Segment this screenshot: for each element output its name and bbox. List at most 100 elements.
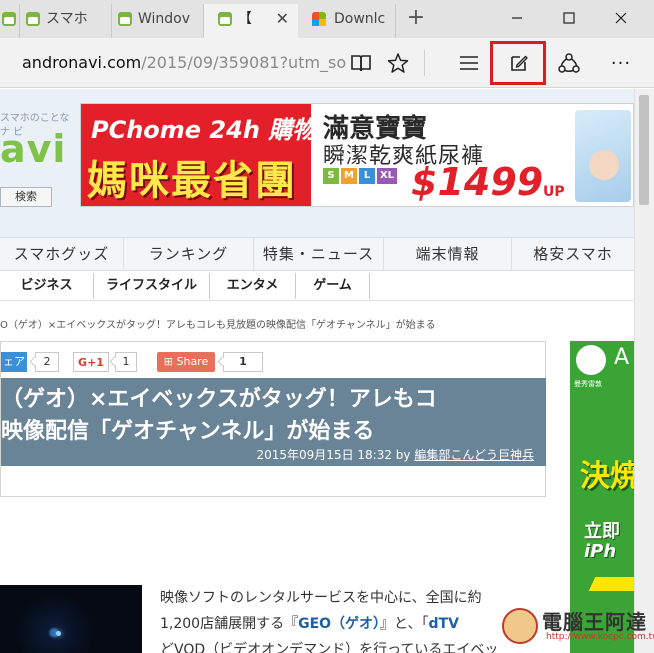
menu-item-entertainment[interactable]: エンタメ [210, 273, 296, 299]
banner-red-panel: PChome 24h 購物 媽咪最省團 [81, 104, 316, 206]
menu-item-goods[interactable]: スマホグッズ [0, 238, 124, 270]
dtv-link[interactable]: dTV [429, 616, 459, 632]
menu-item-games[interactable]: ゲーム [296, 273, 370, 299]
geo-link[interactable]: GEO（ゲオ） [298, 616, 380, 632]
tab-label: Windov [138, 11, 191, 27]
body-text: 』と、「 [380, 616, 429, 632]
address-bar[interactable]: andronavi.com/2015/09/359081?utm_so [22, 52, 346, 74]
size-badge: XL [377, 168, 397, 184]
tab-download[interactable]: Downlc [304, 4, 396, 38]
android-icon [218, 12, 232, 26]
more-menu-button[interactable]: ··· [606, 48, 636, 78]
close-tab-icon[interactable]: ✕ [276, 4, 289, 34]
url-host: andronavi.com [22, 53, 142, 72]
author-link[interactable]: 編集部こんどう巨神兵 [414, 448, 534, 462]
article-byline: 2015年09月15日 18:32 by 編集部こんどう巨神兵 [257, 446, 535, 463]
android-icon [26, 12, 40, 26]
search-button[interactable]: 検索 [0, 187, 52, 207]
share-button[interactable] [554, 48, 584, 78]
book-icon [351, 55, 371, 72]
site-tagline: スマホのことな [0, 113, 70, 124]
mascot-icon [502, 608, 538, 644]
site-logo[interactable]: avi [0, 127, 66, 171]
vertical-scrollbar[interactable] [634, 89, 654, 653]
web-page: スマホのことな ナ ビ avi 検索 PChome 24h 購物 媽咪最省團 滿… [0, 89, 634, 653]
share-label: Share [176, 355, 209, 368]
product-image [575, 110, 631, 202]
close-window-button[interactable] [600, 0, 642, 38]
tab-label: スマホ [46, 11, 88, 27]
navigation-bar: andronavi.com/2015/09/359081?utm_so ··· [0, 38, 654, 88]
menu-item-lifestyle[interactable]: ライフスタイル [94, 273, 210, 299]
size-badge: L [359, 168, 375, 184]
ad-brand: 曼秀雷敦 [574, 380, 602, 388]
banner-headline: 媽咪最省團 [87, 158, 297, 204]
ad-line: iPh [584, 541, 617, 562]
article-date: 2015年09月15日 18:32 by [256, 448, 411, 462]
article-body: 映像ソフトのレンタルサービスを中心に、全国に約 1,200店舗展開する『GEO（… [160, 585, 560, 653]
body-line: 1,200店舗展開する『GEO（ゲオ）』と、「dTV [160, 611, 560, 637]
hub-button[interactable] [454, 48, 484, 78]
body-text: 1,200店舗展開する『 [160, 616, 299, 632]
article-photo[interactable] [0, 585, 142, 653]
ad-headline: 決焼 [580, 459, 634, 494]
size-badge: M [341, 168, 357, 184]
favorite-button[interactable] [383, 48, 413, 78]
menu-item-devices[interactable]: 端末情報 [384, 238, 512, 270]
hatena-share-button[interactable]: ェア [1, 352, 27, 372]
share-count: 2 [35, 352, 59, 372]
breadcrumb: O（ゲオ）×エイベックスがタッグ！アレもコレも見放題の映像配信「ゲオチャンネル」… [0, 320, 436, 331]
article-title-band: （ゲオ）×エイベックスがタッグ！アレもコ 映像配信「ゲオチャンネル」が始まる 2… [1, 378, 546, 466]
star-icon [387, 53, 409, 73]
ad-arrow [588, 577, 634, 591]
body-line: 映像ソフトのレンタルサービスを中心に、全国に約 [160, 590, 482, 606]
menu-item-features[interactable]: 特集・ニュース [254, 238, 384, 270]
maximize-icon [563, 12, 575, 24]
banner-price: $1499 [411, 160, 544, 204]
minimize-icon [512, 17, 522, 19]
site-header: スマホのことな ナ ビ avi 検索 PChome 24h 購物 媽咪最省團 滿… [0, 89, 634, 237]
tab-active-article[interactable]: 【 ✕ [204, 4, 298, 38]
new-tab-button[interactable]: + [404, 4, 428, 34]
tab-overflow[interactable] [0, 4, 20, 38]
body-line: どVOD（ビデオオンデマンド）を行っているエイベッ [160, 642, 499, 653]
hub-icon [460, 56, 478, 70]
google-plus-button[interactable]: G+1 [73, 352, 109, 372]
article-header: ェア 2 G+1 1 ⊞ Share 1 （ゲオ）×エイベックスがタッグ！アレも… [0, 341, 546, 497]
watermark: 電腦王阿達 http://www.kocpc.com.tw [502, 604, 654, 650]
menu-item-budget-phone[interactable]: 格安スマホ [512, 238, 634, 270]
maximize-button[interactable] [548, 0, 590, 38]
secondary-menu: ビジネス ライフスタイル エンタメ ゲーム [0, 273, 634, 301]
banner-brand: PChome 24h 購物 [91, 116, 317, 144]
ad-letter: A [614, 345, 630, 370]
article-title: （ゲオ）×エイベックスがタッグ！アレもコ 映像配信「ゲオチャンネル」が始まる [1, 384, 437, 448]
tab-label: Downlc [334, 11, 386, 27]
menu-item-ranking[interactable]: ランキング [124, 238, 254, 270]
size-badge: S [323, 168, 339, 184]
url-path: /2015/09/359081?utm_so [141, 53, 347, 72]
pocket-share-button[interactable]: ⊞ Share [157, 352, 215, 372]
scrollbar-thumb[interactable] [639, 95, 649, 205]
toolbar-divider [424, 50, 425, 76]
share-bar: ェア 2 G+1 1 ⊞ Share 1 [1, 352, 547, 374]
primary-menu: スマホグッズ ランキング 特集・ニュース 端末情報 格安スマホ [0, 237, 634, 271]
menu-item-business[interactable]: ビジネス [0, 273, 94, 299]
banner-sizes: S M L XL [323, 168, 397, 184]
reading-view-button[interactable] [346, 48, 376, 78]
windows-icon [312, 12, 326, 26]
brand-logo [576, 345, 606, 375]
share-count: 1 [115, 352, 137, 372]
article-title-line: 映像配信「ゲオチャンネル」が始まる [1, 419, 375, 444]
share-count: 1 [223, 352, 263, 372]
tab-strip: スマホ Windov 【 ✕ Downlc + [0, 0, 654, 38]
close-icon [615, 12, 627, 24]
ad-banner[interactable]: PChome 24h 購物 媽咪最省團 滿意寶寶 瞬潔乾爽紙尿褲 S M L X… [80, 103, 634, 207]
tab-windows[interactable]: Windov [112, 4, 204, 38]
banner-price-suffix: UP [543, 184, 565, 200]
article-title-line: （ゲオ）×エイベックスがタッグ！アレもコ [1, 387, 437, 412]
watermark-text: 電腦王阿達 [542, 610, 647, 634]
tab-sumaho[interactable]: スマホ [20, 4, 112, 38]
watermark-url: http://www.kocpc.com.tw [546, 632, 654, 642]
plus-icon: ⊞ [163, 355, 177, 368]
minimize-button[interactable] [496, 0, 538, 38]
